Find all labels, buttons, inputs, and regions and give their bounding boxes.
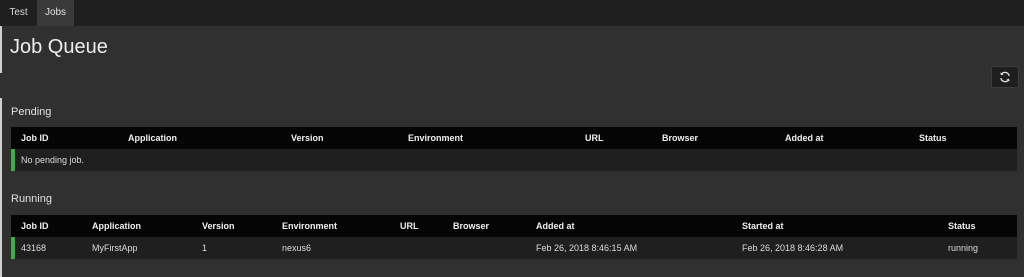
running-table: Job ID Application Version Environment U… <box>11 215 1017 259</box>
left-border <box>0 26 2 73</box>
column-header-started-at[interactable]: Started at <box>742 215 784 237</box>
column-header-status[interactable]: Status <box>919 127 947 149</box>
column-header-added-at[interactable]: Added at <box>536 215 575 237</box>
column-header-url[interactable]: URL <box>400 215 419 237</box>
cell-environment: nexus6 <box>282 243 312 253</box>
column-header-status[interactable]: Status <box>948 215 976 237</box>
column-header-url[interactable]: URL <box>585 127 604 149</box>
column-header-environment[interactable]: Environment <box>282 215 337 237</box>
cell-job-id: 43168 <box>21 243 47 253</box>
column-header-added-at[interactable]: Added at <box>785 127 824 149</box>
cell-version: 1 <box>202 243 208 253</box>
pending-table-header: Job ID Application Version Environment U… <box>11 127 1017 149</box>
cell-started-at: Feb 26, 2018 8:46:28 AM <box>742 243 844 253</box>
column-header-browser[interactable]: Browser <box>662 127 698 149</box>
refresh-icon <box>1000 71 1010 83</box>
tab-jobs[interactable]: Jobs <box>37 0 74 26</box>
pending-section-title: Pending <box>11 106 52 118</box>
cell-application: MyFirstApp <box>92 243 138 253</box>
column-header-job-id[interactable]: Job ID <box>21 215 49 237</box>
column-header-application[interactable]: Application <box>92 215 141 237</box>
column-header-browser[interactable]: Browser <box>453 215 489 237</box>
column-header-environment[interactable]: Environment <box>408 127 463 149</box>
refresh-button[interactable] <box>991 66 1019 88</box>
tab-test[interactable]: Test <box>0 0 37 26</box>
left-border <box>0 98 2 277</box>
top-nav: Test Jobs <box>0 0 1024 26</box>
column-header-application[interactable]: Application <box>128 127 177 149</box>
column-header-version[interactable]: Version <box>291 127 324 149</box>
cell-added-at: Feb 26, 2018 8:46:15 AM <box>536 243 638 253</box>
running-table-header: Job ID Application Version Environment U… <box>11 215 1017 237</box>
column-header-version[interactable]: Version <box>202 215 235 237</box>
table-row-empty: No pending job. <box>11 149 1017 171</box>
page-title: Job Queue <box>10 36 108 58</box>
running-section-title: Running <box>11 193 52 205</box>
table-row[interactable]: 43168 MyFirstApp 1 nexus6 Feb 26, 2018 8… <box>11 237 1017 259</box>
column-header-job-id[interactable]: Job ID <box>21 127 49 149</box>
pending-table: Job ID Application Version Environment U… <box>11 127 1017 171</box>
cell-status: running <box>948 243 979 253</box>
empty-message: No pending job. <box>21 155 85 165</box>
